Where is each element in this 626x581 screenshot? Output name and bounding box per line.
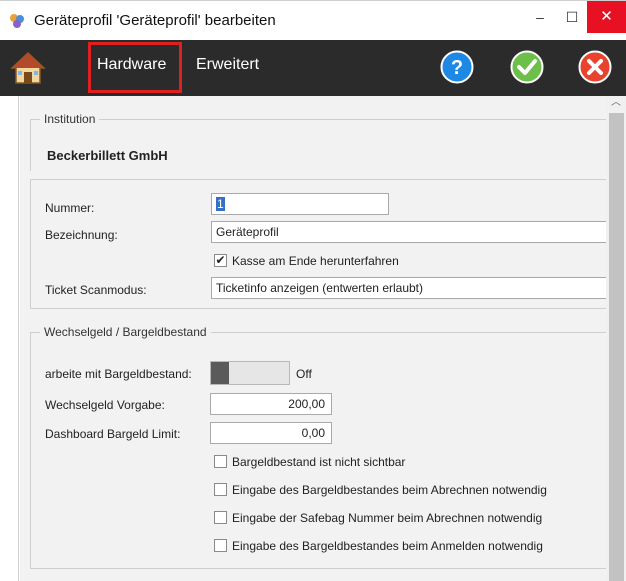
change-default-field[interactable]: 200,00 bbox=[210, 393, 332, 415]
tab-extended[interactable]: Erweitert bbox=[196, 56, 259, 74]
institution-group bbox=[30, 119, 606, 171]
home-icon[interactable] bbox=[10, 50, 46, 86]
name-field[interactable]: Geräteprofil bbox=[211, 221, 607, 243]
institution-name: Beckerbillett GmbH bbox=[47, 148, 168, 163]
scrollbar-thumb[interactable] bbox=[609, 113, 624, 581]
number-field[interactable]: 1 bbox=[211, 193, 389, 215]
option-checkbox-safebag[interactable] bbox=[214, 511, 227, 524]
form-panel: Institution Beckerbillett GmbH Nummer: 1… bbox=[20, 96, 607, 581]
dashboard-limit-label: Dashboard Bargeld Limit: bbox=[45, 427, 181, 441]
work-with-cash-state: Off bbox=[296, 367, 312, 381]
scanmode-label: Ticket Scanmodus: bbox=[45, 283, 147, 297]
option-checkbox-cash-on-login[interactable] bbox=[214, 539, 227, 552]
number-value: 1 bbox=[216, 197, 225, 211]
content-area: Institution Beckerbillett GmbH Nummer: 1… bbox=[0, 96, 626, 581]
work-with-cash-label: arbeite mit Bargeldbestand: bbox=[45, 367, 192, 381]
shutdown-label: Kasse am Ende herunterfahren bbox=[232, 254, 399, 268]
cash-legend: Wechselgeld / Bargeldbestand bbox=[40, 325, 211, 339]
option-checkbox-cash-on-settle[interactable] bbox=[214, 483, 227, 496]
option-label-cash-on-login: Eingabe des Bargeldbestandes beim Anmeld… bbox=[232, 539, 543, 553]
svg-text:?: ? bbox=[451, 57, 463, 79]
window-title: Geräteprofil 'Geräteprofil' bearbeiten bbox=[34, 12, 276, 29]
change-default-label: Wechselgeld Vorgabe: bbox=[45, 398, 165, 412]
vertical-scrollbar[interactable]: ︿ bbox=[606, 96, 626, 581]
help-icon[interactable]: ? bbox=[440, 50, 474, 84]
option-checkbox-hidden-cash[interactable] bbox=[214, 455, 227, 468]
tab-highlight-frame bbox=[88, 42, 182, 93]
close-button[interactable]: ✕ bbox=[587, 1, 626, 33]
shutdown-checkbox[interactable]: ✔ bbox=[214, 254, 227, 267]
name-label: Bezeichnung: bbox=[45, 228, 118, 242]
option-label-cash-on-settle: Eingabe des Bargeldbestandes beim Abrech… bbox=[232, 483, 547, 497]
toggle-knob bbox=[211, 362, 229, 384]
number-label: Nummer: bbox=[45, 201, 95, 215]
title-bar: Geräteprofil 'Geräteprofil' bearbeiten –… bbox=[0, 0, 626, 40]
scanmode-select[interactable]: Ticketinfo anzeigen (entwerten erlaubt) bbox=[211, 277, 607, 299]
left-border bbox=[18, 96, 19, 581]
option-label-safebag: Eingabe der Safebag Nummer beim Abrechne… bbox=[232, 511, 543, 525]
app-icon bbox=[10, 14, 24, 28]
work-with-cash-toggle[interactable] bbox=[210, 361, 290, 385]
scanmode-value: Ticketinfo anzeigen (entwerten erlaubt) bbox=[216, 281, 423, 295]
toolbar: Hardware Erweitert ? bbox=[0, 40, 626, 96]
confirm-icon[interactable] bbox=[510, 50, 544, 84]
cancel-icon[interactable] bbox=[578, 50, 612, 84]
dashboard-limit-field[interactable]: 0,00 bbox=[210, 422, 332, 444]
institution-legend: Institution bbox=[40, 112, 100, 126]
option-label-hidden-cash: Bargeldbestand ist nicht sichtbar bbox=[232, 455, 406, 469]
chevron-up-icon[interactable]: ︿ bbox=[606, 96, 626, 110]
maximize-button[interactable]: ☐ bbox=[552, 1, 592, 33]
